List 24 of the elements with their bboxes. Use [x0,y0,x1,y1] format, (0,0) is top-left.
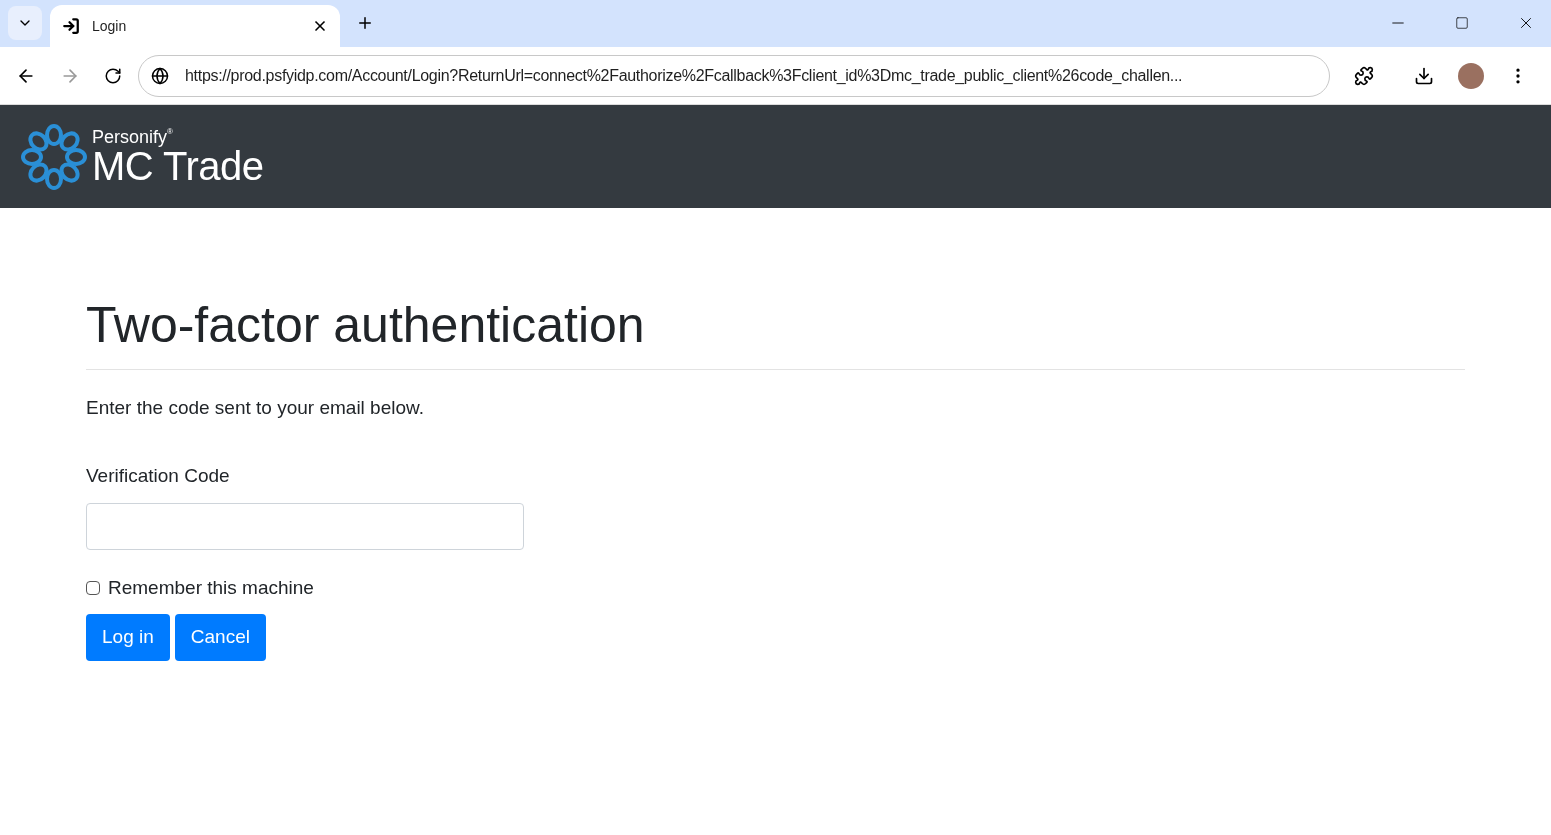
remember-checkbox[interactable] [86,580,100,595]
reload-icon[interactable] [104,66,122,85]
flower-logo-icon [20,122,88,191]
cancel-button[interactable]: Cancel [174,614,266,661]
login-button[interactable]: Log in [86,614,170,661]
globe-icon [151,66,169,85]
tab-title: Login [92,16,128,36]
field-label: Verification Code [86,464,231,488]
url-text: https://prod.psfyidp.com/Account/Login?ReturnUrl=connect%2Fauthorize%2Fcallback%3Fclient_id%3Dmc_trade_public_client%26code_challen... [185,65,1183,86]
tab-list-button[interactable] [8,6,42,40]
remember-label: Remember this machine [108,575,314,600]
trademark-mark: ® [167,127,173,136]
close-icon[interactable] [312,18,328,34]
verification-code-input[interactable] [86,502,524,550]
download-icon[interactable] [1414,65,1434,86]
maximize-icon[interactable] [1455,16,1469,30]
puzzle-icon[interactable] [1354,65,1374,86]
new-tab-icon[interactable] [356,14,374,32]
page-title: Two-factor authentication [86,294,1465,370]
browser-tab[interactable]: Login [50,5,340,47]
instruction-text: Enter the code sent to your email below. [86,395,425,420]
avatar[interactable] [1458,62,1484,89]
brand-name: Personify [92,127,168,146]
login-icon [62,17,80,35]
